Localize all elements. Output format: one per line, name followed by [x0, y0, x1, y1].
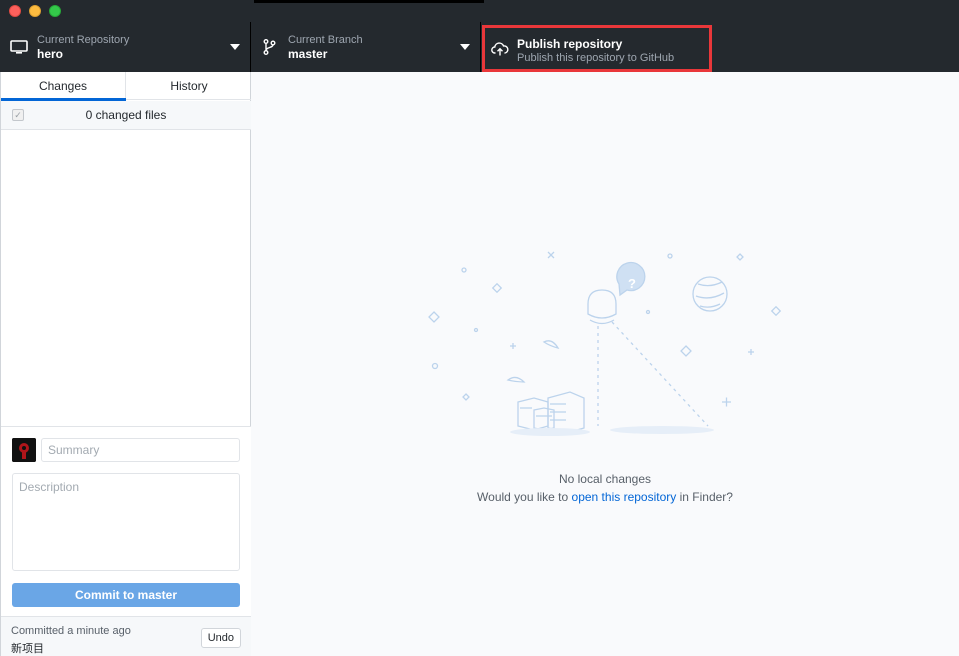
description-input[interactable] — [12, 473, 240, 571]
current-repository-dropdown[interactable]: Current Repository hero — [0, 22, 251, 72]
tab-history[interactable]: History — [127, 72, 251, 100]
last-commit-time: Committed a minute ago — [11, 625, 131, 637]
chevron-down-icon — [230, 44, 240, 50]
current-branch-dropdown[interactable]: Current Branch master — [251, 22, 481, 72]
publish-repository-description: Publish this repository to GitHub — [517, 52, 675, 64]
no-changes-illustration: ? — [428, 251, 782, 436]
zoom-window-button[interactable] — [49, 5, 61, 17]
publish-repository-label: Publish repository — [517, 37, 623, 51]
open-repository-prompt: Would you like to open this repository i… — [251, 490, 959, 504]
sidebar-tabs: Changes History — [1, 72, 251, 101]
commit-button[interactable]: Commit to master — [12, 583, 240, 607]
last-commit-message: 新项目 — [11, 643, 44, 655]
summary-input[interactable] — [41, 438, 240, 462]
current-repository-value: hero — [37, 47, 64, 61]
prompt-prefix: Would you like to — [477, 490, 572, 504]
main-content: ? No local changes Would you like to ope… — [251, 72, 959, 656]
undo-button[interactable]: Undo — [200, 628, 241, 648]
minimize-window-button[interactable] — [29, 5, 41, 17]
toolbar: Current Repository hero Current Branch m… — [0, 22, 959, 72]
commit-form: Commit to master — [1, 426, 251, 616]
tab-changes[interactable]: Changes — [1, 72, 126, 101]
monitor-icon — [10, 40, 28, 54]
no-local-changes-title: No local changes — [558, 472, 652, 486]
svg-text:?: ? — [628, 276, 636, 291]
current-branch-value: master — [288, 47, 328, 61]
changed-files-header: ✓ 0 changed files — [1, 101, 251, 130]
avatar — [12, 438, 36, 462]
last-commit-panel: Committed a minute ago 新项目 Undo — [1, 616, 251, 656]
chevron-down-icon — [460, 44, 470, 50]
publish-repository-button[interactable]: Publish repository Publish this reposito… — [482, 25, 712, 72]
open-repository-link[interactable]: open this repository — [572, 490, 677, 504]
sidebar: Changes History ✓ 0 changed files Commit… — [0, 72, 251, 656]
window-titlebar — [0, 0, 959, 22]
branch-icon — [263, 39, 276, 55]
close-window-button[interactable] — [9, 5, 21, 17]
current-branch-label: Current Branch — [288, 34, 363, 46]
prompt-suffix: in Finder? — [676, 490, 733, 504]
cloud-upload-icon — [491, 42, 509, 56]
changed-files-count: 0 changed files — [85, 108, 167, 122]
titlebar-notch — [254, 0, 484, 3]
current-repository-label: Current Repository — [37, 34, 130, 46]
